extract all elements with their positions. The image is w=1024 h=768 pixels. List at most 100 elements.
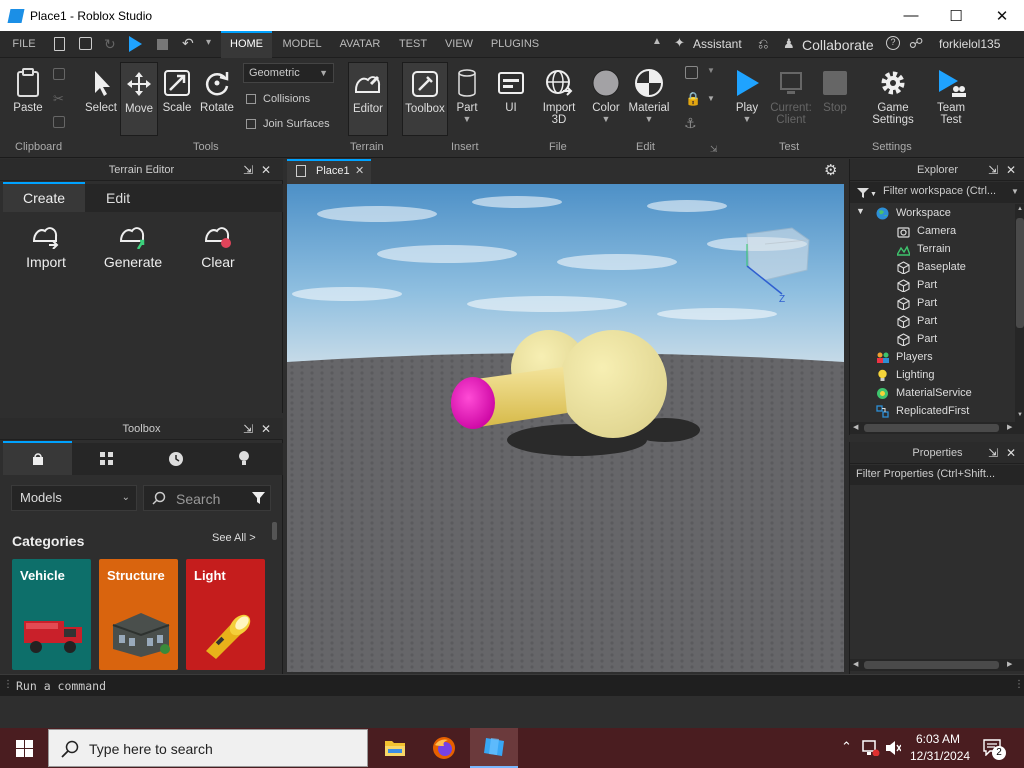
current-client-button[interactable]: Current: Client (767, 68, 815, 126)
category-card-light[interactable]: Light (186, 559, 265, 670)
scale-tool-button[interactable]: Scale (160, 68, 194, 114)
open-file-icon[interactable] (79, 37, 92, 50)
assistant-button[interactable]: Assistant (693, 37, 742, 51)
minimize-button[interactable]: — (888, 0, 934, 31)
creations-lightbulb-icon[interactable] (238, 450, 250, 467)
play-button[interactable]: Play ▼ (732, 68, 762, 124)
taskbar-search-box[interactable]: Type here to search (48, 729, 368, 767)
ui-button[interactable]: UI (496, 68, 526, 114)
recent-clock-icon[interactable] (168, 451, 184, 467)
explorer-item-lighting[interactable]: Lighting (876, 366, 935, 384)
explorer-item-baseplate[interactable]: Baseplate (897, 258, 966, 276)
tab-edit[interactable]: Edit (85, 184, 283, 212)
explorer-item-part[interactable]: Part (897, 294, 937, 312)
toolbox-scrollbar[interactable] (272, 522, 277, 540)
scroll-down-icon[interactable]: ▼ (1017, 412, 1023, 418)
undock-icon[interactable]: ⇲ (243, 418, 253, 440)
file-menu[interactable]: FILE (6, 31, 42, 58)
tray-overflow-icon[interactable]: ⌃ (841, 739, 852, 755)
tab-plugins[interactable]: PLUGINS (489, 31, 541, 58)
collaborate-button[interactable]: Collaborate (802, 37, 874, 53)
drag-handle-icon[interactable]: ⋮ (1014, 679, 1024, 690)
tab-create[interactable]: Create (3, 182, 85, 212)
clock-date[interactable]: 12/31/2024 (910, 749, 970, 763)
tab-test[interactable]: TEST (398, 31, 428, 58)
collapse-ribbon-icon[interactable]: ▲ (652, 36, 662, 47)
material-button[interactable]: Material ▼ (626, 68, 672, 124)
scroll-thumb[interactable] (1016, 218, 1024, 328)
network-icon[interactable] (862, 740, 880, 756)
toolbox-button[interactable]: Toolbox (402, 62, 448, 136)
undo-icon[interactable]: ↶ (182, 35, 194, 52)
undock-icon[interactable]: ⇲ (243, 159, 253, 181)
document-tab-place1[interactable]: Place1 ✕ (287, 159, 371, 184)
category-dropdown[interactable]: Models ⌄ (11, 485, 137, 511)
geometric-dropdown[interactable]: Geometric ▼ (243, 63, 334, 83)
terrain-editor-button[interactable]: Editor (348, 62, 388, 136)
tab-home[interactable]: HOME (221, 31, 272, 58)
explorer-item-camera[interactable]: Camera (897, 222, 956, 240)
tab-view[interactable]: VIEW (444, 31, 474, 58)
terrain-generate-button[interactable]: Generate (100, 221, 166, 270)
hscroll-thumb[interactable] (864, 424, 999, 432)
collisions-checkbox[interactable]: Collisions (246, 93, 310, 105)
group-icon[interactable] (685, 66, 698, 79)
tab-marketplace[interactable] (3, 441, 72, 475)
quick-access-dropdown-icon[interactable]: ▾ (206, 37, 211, 48)
category-card-vehicle[interactable]: Vehicle (12, 559, 91, 670)
share-icon[interactable]: ☍ (909, 35, 923, 52)
explorer-item-workspace[interactable]: Workspace (876, 204, 951, 222)
game-settings-button[interactable]: Game Settings (870, 68, 916, 126)
filter-funnel-icon[interactable] (252, 492, 265, 504)
close-panel-icon[interactable]: ✕ (261, 159, 271, 181)
import-3d-button[interactable]: Import 3D (538, 68, 580, 126)
rotate-tool-button[interactable]: Rotate (198, 68, 236, 114)
help-icon[interactable]: ? (886, 36, 900, 50)
close-panel-icon[interactable]: ✕ (1006, 159, 1016, 181)
see-all-link[interactable]: See All > (212, 532, 256, 544)
toolbox-search-field[interactable]: Search (143, 485, 271, 511)
edit-group-expand-icon[interactable]: ⇲ (710, 144, 718, 155)
properties-filter-field[interactable]: Filter Properties (Ctrl+Shift... (850, 465, 1024, 485)
part-button[interactable]: Part ▼ (452, 68, 482, 124)
workspace-expand-icon[interactable]: ▼ (856, 206, 865, 216)
clock-time[interactable]: 6:03 AM (916, 732, 960, 746)
tab-model[interactable]: MODEL (280, 31, 324, 58)
move-tool-button[interactable]: Move (120, 62, 158, 136)
firefox-icon[interactable] (432, 736, 456, 760)
cut-icon[interactable]: ✂ (53, 91, 64, 107)
explorer-hscrollbar[interactable]: ◀ ▶ (850, 422, 1024, 434)
3d-viewport[interactable]: Z (287, 184, 844, 672)
quick-stop-icon[interactable] (157, 39, 168, 50)
close-panel-icon[interactable]: ✕ (1006, 442, 1016, 464)
explorer-item-materialservice[interactable]: MaterialService (876, 384, 972, 402)
part-sphere-front[interactable] (559, 330, 667, 438)
paste-button[interactable]: Paste (10, 68, 46, 114)
stop-button[interactable]: Stop (820, 68, 850, 114)
notifications-bell-icon[interactable]: ⎌ (758, 36, 768, 52)
undock-icon[interactable]: ⇲ (988, 159, 998, 181)
close-panel-icon[interactable]: ✕ (261, 418, 271, 440)
inventory-grid-icon[interactable] (99, 451, 114, 466)
volume-icon[interactable] (885, 740, 901, 756)
quick-play-icon[interactable] (129, 36, 142, 52)
explorer-item-part[interactable]: Part (897, 276, 937, 294)
terrain-import-button[interactable]: Import (18, 221, 74, 270)
viewport-scene[interactable]: Z (287, 184, 844, 672)
join-surfaces-checkbox[interactable]: Join Surfaces (246, 118, 330, 130)
scroll-left-icon[interactable]: ◀ (853, 423, 858, 431)
close-tab-icon[interactable]: ✕ (355, 164, 364, 177)
scroll-right-icon[interactable]: ▶ (1007, 423, 1012, 431)
part-sphere-tip[interactable] (451, 377, 495, 429)
command-bar[interactable]: ⋮ Run a command ⋮ (0, 674, 1024, 696)
explorer-item-part[interactable]: Part (897, 312, 937, 330)
file-explorer-icon[interactable] (384, 737, 406, 757)
lock-icon[interactable]: 🔒 (685, 91, 701, 107)
duplicate-icon[interactable] (53, 116, 65, 128)
viewport-settings-gear-icon[interactable]: ⚙ (824, 161, 837, 179)
explorer-item-players[interactable]: Players (876, 348, 933, 366)
copy-icon[interactable] (53, 68, 65, 80)
close-window-button[interactable]: ✕ (979, 0, 1024, 31)
windows-start-icon[interactable] (16, 740, 33, 757)
action-center-button[interactable]: 2 (982, 738, 1006, 760)
